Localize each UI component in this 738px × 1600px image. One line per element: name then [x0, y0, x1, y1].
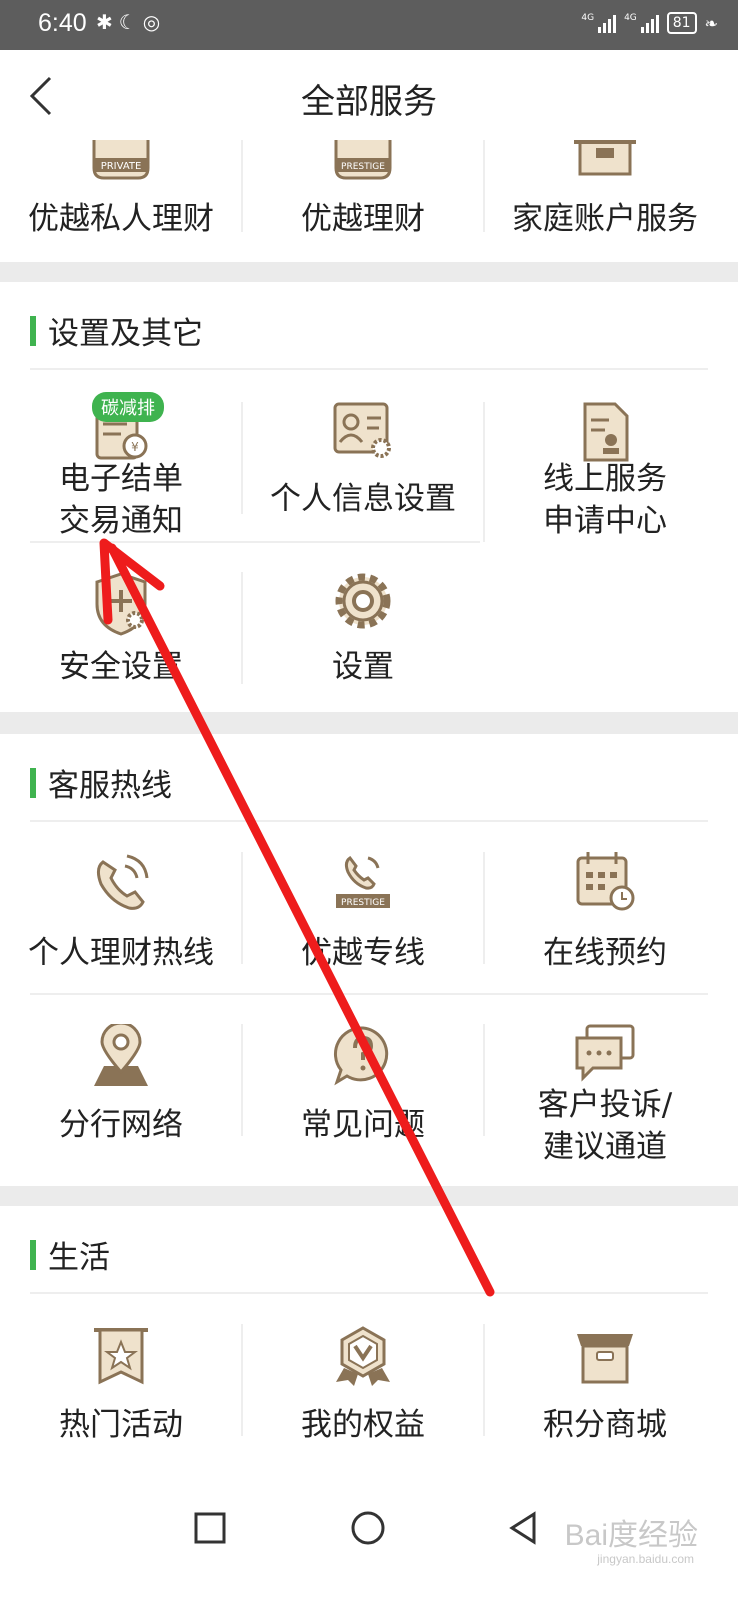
- svg-text:PRESTIGE: PRESTIGE: [341, 898, 385, 908]
- service-my-benefits[interactable]: 我的权益: [242, 1306, 484, 1466]
- service-label: 优越理财: [301, 201, 425, 237]
- calendar-icon: [576, 852, 635, 911]
- service-label-line1: 线上服务: [543, 461, 667, 497]
- section-accent-bar: [30, 315, 36, 346]
- service-complaint-feedback[interactable]: 客户投诉/ 建议通道: [484, 1004, 726, 1174]
- section-title: 设置及其它: [30, 308, 203, 353]
- service-wealth-hotline[interactable]: 个人理财热线: [0, 834, 242, 984]
- header: 全部服务: [0, 50, 738, 140]
- service-online-booking[interactable]: 在线预约: [484, 834, 726, 984]
- hotspot-icon: ◎: [142, 10, 167, 34]
- family-account-icon: [574, 140, 636, 176]
- online-service-icon: [583, 402, 629, 462]
- page-title: 全部服务: [301, 82, 437, 122]
- map-pin-icon: [94, 1024, 148, 1086]
- service-label: 设置: [332, 649, 394, 685]
- service-label-line2: 交易通知: [59, 503, 183, 539]
- watermark-url: jingyan.baidu.com: [597, 1552, 694, 1566]
- service-label: 个人理财热线: [28, 935, 214, 971]
- settings-section: 设置及其它 ¥ 碳减排 电子结单 交易通知 个人信息设置 线上服务 申请中心 安…: [0, 282, 738, 712]
- service-label-line2: 建议通道: [543, 1129, 667, 1165]
- security-shield-icon: [95, 572, 147, 636]
- status-time: 6:40: [38, 9, 87, 37]
- service-label: 个人信息设置: [270, 481, 456, 517]
- system-navigation-bar: Bai度经验 jingyan.baidu.com: [0, 1480, 738, 1600]
- svg-text:PRIVATE: PRIVATE: [101, 161, 142, 172]
- carbon-reduction-badge: 碳减排: [92, 392, 164, 422]
- faq-icon: [333, 1026, 389, 1086]
- private-wealth-icon: PRIVATE: [92, 140, 150, 180]
- service-profile-settings[interactable]: 个人信息设置: [242, 392, 484, 542]
- service-branch-network[interactable]: 分行网络: [0, 1004, 242, 1174]
- chat-icon: [575, 1024, 635, 1082]
- star-banner-icon: [94, 1328, 148, 1385]
- battery-icon: 81: [666, 12, 697, 34]
- status-icons: ✱☾◎: [96, 10, 166, 34]
- phone-icon: [96, 854, 149, 910]
- badge-icon: [336, 1326, 390, 1386]
- moon-icon: ☾: [118, 10, 143, 34]
- profile-settings-icon: [333, 402, 391, 458]
- recent-apps-icon[interactable]: [192, 1510, 228, 1546]
- svg-text:¥: ¥: [131, 440, 139, 454]
- status-bar: 6:40 ✱☾◎ 4G 4G 81 ❧: [0, 0, 738, 50]
- service-label: 家庭账户服务: [512, 201, 698, 237]
- prestige-wealth-icon: PRESTIGE: [334, 140, 392, 180]
- section-accent-bar: [30, 1239, 36, 1270]
- service-settings[interactable]: 设置: [242, 552, 484, 702]
- service-prestige-wealth[interactable]: PRESTIGE 优越理财: [242, 140, 484, 262]
- section-title: 生活: [30, 1232, 110, 1277]
- prestige-phone-icon: PRESTIGE: [336, 855, 390, 908]
- home-icon[interactable]: [348, 1508, 388, 1548]
- service-family-account[interactable]: 家庭账户服务: [484, 140, 726, 262]
- service-security-settings[interactable]: 安全设置: [0, 552, 242, 702]
- bluetooth-icon: ✱: [96, 10, 119, 34]
- service-faq[interactable]: 常见问题: [242, 1004, 484, 1174]
- service-label: 分行网络: [59, 1107, 183, 1143]
- signal-icon-2: 4G: [624, 13, 659, 33]
- service-points-mall[interactable]: 积分商城: [484, 1306, 726, 1466]
- hotline-section: 客服热线 个人理财热线 PRESTIGE 优越专线 在线预约 分行网络 常见问题…: [0, 734, 738, 1186]
- premium-services-section: PRIVATE 优越私人理财 PRESTIGE 优越理财 家庭账户服务: [0, 140, 738, 262]
- svg-text:PRESTIGE: PRESTIGE: [341, 162, 385, 172]
- gear-icon: [335, 573, 391, 629]
- shop-box-icon: [577, 1334, 633, 1384]
- service-label: 我的权益: [301, 1407, 425, 1443]
- service-label: 在线预约: [543, 935, 667, 971]
- section-title: 客服热线: [30, 760, 172, 805]
- service-online-application[interactable]: 线上服务 申请中心: [484, 392, 726, 542]
- back-icon[interactable]: [504, 1508, 544, 1548]
- service-e-statement[interactable]: ¥ 碳减排 电子结单 交易通知: [0, 392, 242, 542]
- service-label: 积分商城: [543, 1407, 667, 1443]
- service-label: 常见问题: [301, 1107, 425, 1143]
- signal-icon: 4G: [581, 13, 617, 33]
- watermark: Bai度经验: [564, 1519, 698, 1552]
- service-label-line1: 电子结单: [59, 461, 183, 497]
- service-label-line1: 客户投诉/: [537, 1087, 673, 1123]
- service-label: 安全设置: [59, 649, 183, 685]
- leaf-icon: ❧: [704, 13, 718, 33]
- service-label-line2: 申请中心: [543, 503, 667, 539]
- service-hot-activities[interactable]: 热门活动: [0, 1306, 242, 1466]
- life-section: 生活 热门活动 我的权益 积分商城: [0, 1206, 738, 1480]
- service-label: 热门活动: [59, 1407, 183, 1443]
- service-label: 优越私人理财: [28, 201, 214, 237]
- service-private-wealth[interactable]: PRIVATE 优越私人理财: [0, 140, 242, 262]
- service-label: 优越专线: [301, 935, 425, 971]
- section-accent-bar: [30, 767, 36, 798]
- service-prestige-hotline[interactable]: PRESTIGE 优越专线: [242, 834, 484, 984]
